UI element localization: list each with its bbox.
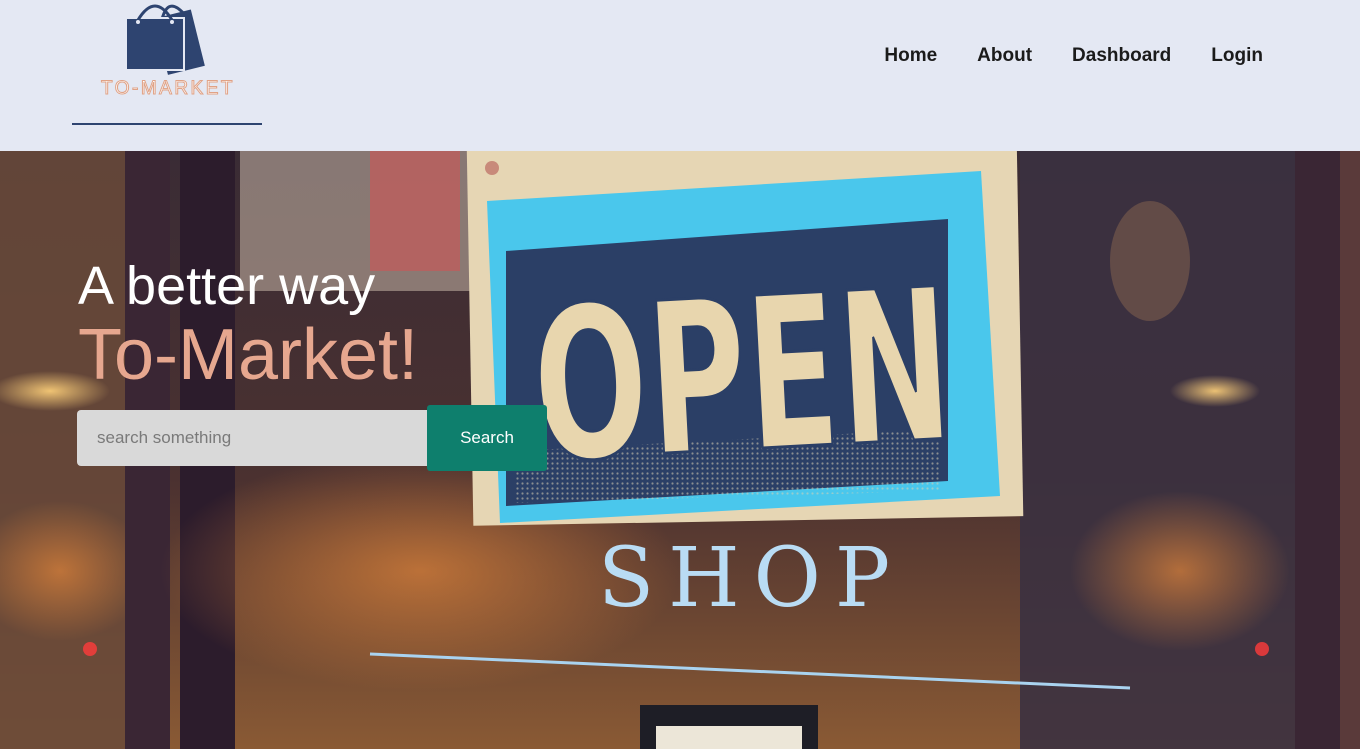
hero-headline-line1: A better way	[78, 256, 376, 316]
shop-door-text: SHOP	[598, 531, 904, 626]
brand-underline	[72, 123, 262, 125]
shopping-bags-icon	[125, 4, 205, 75]
nav-dashboard-link[interactable]: Dashboard	[1072, 45, 1171, 67]
nav-about-link[interactable]: About	[977, 45, 1032, 67]
search-button[interactable]: Search	[427, 405, 547, 471]
hero-headline-line2: To-Market!	[78, 315, 419, 395]
site-header: TO-MARKET Home About Dashboard Login	[0, 0, 1360, 151]
brand-name: TO-MARKET	[100, 78, 236, 100]
hero-section: OPEN SHOP A better way To-Market! Search	[0, 151, 1360, 749]
brand-logo[interactable]: TO-MARKET	[72, 0, 264, 130]
nav-home-link[interactable]: Home	[884, 45, 937, 67]
main-nav: Home About Dashboard Login	[884, 45, 1263, 67]
search-input[interactable]	[77, 410, 429, 466]
open-sign-text: OPEN	[527, 243, 957, 510]
nav-login-link[interactable]: Login	[1211, 45, 1263, 67]
